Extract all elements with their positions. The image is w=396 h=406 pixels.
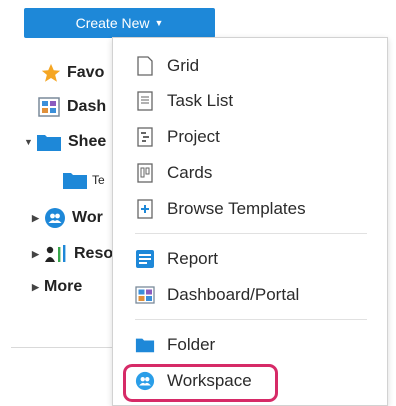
menu-separator xyxy=(135,233,367,234)
sidebar-item-label: More xyxy=(44,278,83,295)
folder-icon xyxy=(37,135,61,151)
sidebar-item-favorites[interactable]: Favo xyxy=(40,62,104,84)
create-new-dropdown-menu: Grid Task List Project Cards Browse Temp… xyxy=(112,37,388,406)
report-icon xyxy=(135,249,155,269)
sidebar-item-workspaces[interactable]: ▶ Wor xyxy=(32,207,103,229)
folder-icon xyxy=(135,335,155,355)
folder-icon xyxy=(63,173,87,189)
task-list-icon xyxy=(135,91,155,111)
menu-item-label: Project xyxy=(167,127,220,146)
menu-item-label: Task List xyxy=(167,91,234,110)
sidebar-item-label: Wor xyxy=(72,209,103,226)
menu-item-task-list[interactable]: Task List xyxy=(135,88,233,114)
menu-item-browse-templates[interactable]: Browse Templates xyxy=(135,196,306,222)
menu-item-project[interactable]: Project xyxy=(135,124,220,150)
sidebar-item-resources[interactable]: ▶ Reso xyxy=(32,243,113,265)
menu-item-label: Dashboard/Portal xyxy=(167,285,300,304)
sidebar-divider xyxy=(11,347,119,348)
sidebar: Favo Dash ▼ Shee Te ▶ Wor ▶ Reso ▶ More xyxy=(0,0,120,406)
menu-item-label: Report xyxy=(167,249,219,268)
document-icon xyxy=(135,56,155,76)
collapsed-triangle-icon[interactable]: ▶ xyxy=(32,282,44,293)
menu-item-label: Folder xyxy=(167,335,216,354)
workspace-highlight-callout xyxy=(123,364,278,402)
sidebar-item-label: Shee xyxy=(68,133,107,150)
sidebar-item-dashboards[interactable]: Dash xyxy=(38,97,106,117)
menu-item-dashboard-portal[interactable]: Dashboard/Portal xyxy=(135,282,299,308)
sidebar-item-label: Dash xyxy=(67,98,107,115)
sidebar-item-label: Favo xyxy=(67,64,105,81)
menu-item-label: Browse Templates xyxy=(167,199,306,218)
cards-icon xyxy=(135,163,155,183)
menu-item-folder[interactable]: Folder xyxy=(135,332,215,358)
workspace-icon xyxy=(45,208,65,228)
project-icon xyxy=(135,127,155,147)
sidebar-item-label: Reso xyxy=(74,245,114,262)
template-icon xyxy=(135,199,155,219)
collapsed-triangle-icon[interactable]: ▶ xyxy=(32,213,44,224)
menu-item-grid[interactable]: Grid xyxy=(135,53,199,79)
chevron-down-icon: ▼ xyxy=(154,18,164,28)
expanded-triangle-icon[interactable]: ▼ xyxy=(24,137,36,147)
sidebar-item-sheet-child[interactable]: Te xyxy=(62,170,105,190)
menu-item-label: Grid xyxy=(167,56,200,75)
menu-item-cards[interactable]: Cards xyxy=(135,160,212,186)
dashboard-icon xyxy=(38,97,60,117)
sidebar-item-sheets[interactable]: ▼ Shee xyxy=(24,132,106,152)
star-icon xyxy=(41,63,61,82)
sidebar-item-label: Te xyxy=(92,173,105,187)
sidebar-item-more[interactable]: ▶ More xyxy=(32,278,82,296)
menu-item-label: Cards xyxy=(167,163,213,182)
collapsed-triangle-icon[interactable]: ▶ xyxy=(32,249,44,260)
menu-separator xyxy=(135,319,367,320)
resource-icon xyxy=(45,245,66,262)
menu-item-report[interactable]: Report xyxy=(135,246,218,272)
dashboard-icon xyxy=(135,285,155,305)
